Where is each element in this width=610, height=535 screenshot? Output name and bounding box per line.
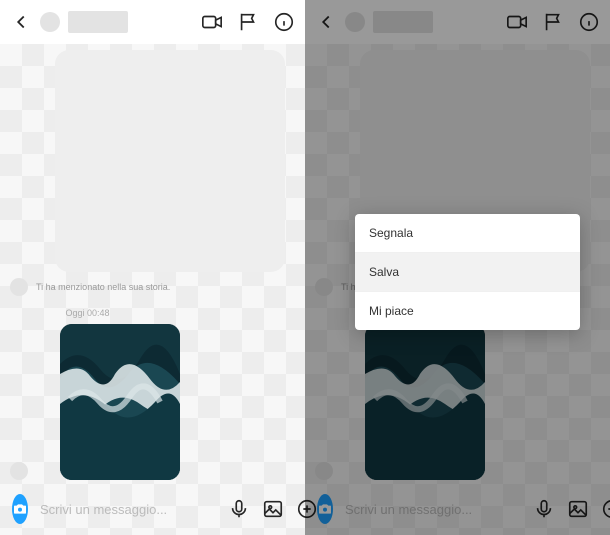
mic-icon[interactable]	[228, 498, 250, 520]
menu-item-like[interactable]: Mi piace	[355, 292, 580, 330]
chat-header	[0, 0, 305, 44]
sender-avatar[interactable]	[10, 462, 28, 480]
chat-screen-normal: Ti ha menzionato nella sua storia. Oggi …	[0, 0, 305, 535]
avatar[interactable]	[40, 12, 60, 32]
shared-story-image[interactable]	[60, 324, 180, 480]
mention-row: Ti ha menzionato nella sua storia.	[10, 278, 295, 296]
timestamp: Oggi 00:48	[10, 308, 295, 318]
contact-name-redacted	[68, 11, 128, 33]
sender-avatar[interactable]	[10, 278, 28, 296]
message-row	[10, 324, 295, 480]
back-icon[interactable]	[10, 11, 32, 33]
message-input[interactable]	[40, 502, 216, 517]
info-icon[interactable]	[273, 11, 295, 33]
conversation-area: Ti ha menzionato nella sua storia. Oggi …	[0, 44, 305, 483]
header-actions	[201, 11, 295, 33]
camera-button[interactable]	[12, 494, 28, 524]
message-composer	[0, 483, 305, 535]
gallery-icon[interactable]	[262, 498, 284, 520]
header-left	[10, 11, 193, 33]
context-menu: Segnala Salva Mi piace	[355, 214, 580, 330]
video-call-icon[interactable]	[201, 11, 223, 33]
chat-screen-with-menu: Ti ha menzionato nella sua storia. Oggi …	[305, 0, 610, 535]
story-preview-placeholder[interactable]	[55, 50, 285, 272]
menu-item-save[interactable]: Salva	[355, 253, 580, 292]
mention-text: Ti ha menzionato nella sua storia.	[36, 282, 170, 292]
flag-icon[interactable]	[237, 11, 259, 33]
menu-item-report[interactable]: Segnala	[355, 214, 580, 253]
